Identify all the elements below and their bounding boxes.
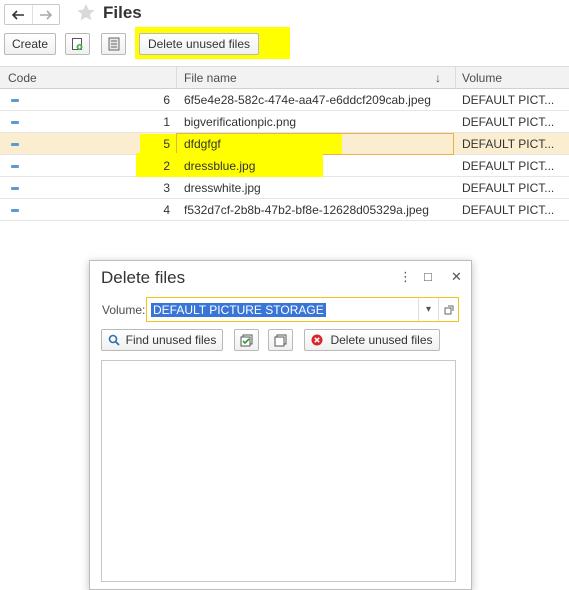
cell-volume: DEFAULT PICT... xyxy=(462,181,555,195)
delete-unused-files-label: Delete unused files xyxy=(330,333,433,347)
delete-icon xyxy=(311,334,323,346)
maximize-icon[interactable]: □ xyxy=(424,269,432,284)
files-table: Code File name ↓ Volume 6 6f5e4e28-582c-… xyxy=(0,66,569,221)
column-header-file-name[interactable]: File name xyxy=(184,71,237,85)
search-icon xyxy=(108,334,120,346)
create-button[interactable]: Create xyxy=(4,33,56,55)
file-item-icon xyxy=(11,209,19,212)
cell-volume: DEFAULT PICT... xyxy=(462,203,555,217)
volume-select-value: DEFAULT PICTURE STORAGE xyxy=(151,303,326,317)
cell-file-name: f532d7cf-2b8b-47b2-bf8e-12628d05329a.jpe… xyxy=(184,203,429,217)
cell-file-name: 6f5e4e28-582c-474e-aa47-e6ddcf209cab.jpe… xyxy=(184,93,431,107)
uncheck-all-button[interactable] xyxy=(268,329,293,351)
forward-button[interactable] xyxy=(31,5,60,24)
list-icon xyxy=(108,37,119,51)
delete-unused-files-button[interactable]: Delete unused files xyxy=(139,33,259,55)
file-item-icon xyxy=(11,143,19,146)
arrow-right-icon xyxy=(39,9,52,20)
dialog-delete-unused-files-button[interactable]: Delete unused files xyxy=(304,329,440,351)
copy-document-icon xyxy=(72,38,83,50)
find-unused-files-button[interactable]: Find unused files xyxy=(101,329,223,351)
file-item-icon xyxy=(11,99,19,102)
cell-code: 1 xyxy=(163,115,170,129)
back-button[interactable] xyxy=(5,5,32,24)
cell-code: 5 xyxy=(163,137,170,151)
close-icon[interactable]: ✕ xyxy=(451,269,462,285)
check-all-icon xyxy=(240,334,253,346)
sort-arrow-icon: ↓ xyxy=(435,71,441,85)
cell-code: 4 xyxy=(163,203,170,217)
table-row[interactable]: 1 bigverificationpic.png DEFAULT PICT... xyxy=(0,111,569,133)
cell-file-name: dressblue.jpg xyxy=(184,159,256,173)
cell-file-name: dresswhite.jpg xyxy=(184,181,261,195)
cell-code: 6 xyxy=(163,93,170,107)
volume-label: Volume: xyxy=(102,303,146,317)
cell-file-name: dfdgfgf xyxy=(184,137,221,151)
unused-files-list[interactable] xyxy=(101,360,456,582)
dialog-title: Delete files xyxy=(101,268,186,287)
table-header: Code File name ↓ Volume xyxy=(0,66,569,89)
delete-files-dialog: Delete files ⋮ □ ✕ Volume: DEFAULT PICTU… xyxy=(89,260,472,590)
table-row[interactable]: 6 6f5e4e28-582c-474e-aa47-e6ddcf209cab.j… xyxy=(0,89,569,111)
copy-button[interactable] xyxy=(65,33,90,55)
volume-select[interactable]: DEFAULT PICTURE STORAGE ▾ xyxy=(146,297,459,322)
list-button[interactable] xyxy=(101,33,126,55)
more-menu-icon[interactable]: ⋮ xyxy=(399,269,412,285)
file-item-icon xyxy=(11,187,19,190)
cell-code: 2 xyxy=(163,159,170,173)
table-row[interactable]: 2 dressblue.jpg DEFAULT PICT... xyxy=(0,153,569,177)
arrow-left-icon xyxy=(12,9,25,20)
page-title: Files xyxy=(103,3,142,22)
table-row-selected[interactable]: 5 dfdgfgf DEFAULT PICT... xyxy=(0,133,569,155)
file-item-icon xyxy=(11,165,19,168)
table-row[interactable]: 3 dresswhite.jpg DEFAULT PICT... xyxy=(0,177,569,199)
check-all-button[interactable] xyxy=(234,329,259,351)
cell-file-name: bigverificationpic.png xyxy=(184,115,297,129)
column-header-code[interactable]: Code xyxy=(8,71,37,85)
file-item-icon xyxy=(11,121,19,124)
find-unused-files-label: Find unused files xyxy=(125,333,217,347)
table-row[interactable]: 4 f532d7cf-2b8b-47b2-bf8e-12628d05329a.j… xyxy=(0,199,569,221)
cell-code: 3 xyxy=(163,181,170,195)
cell-volume: DEFAULT PICT... xyxy=(462,159,555,173)
cell-volume: DEFAULT PICT... xyxy=(462,137,555,151)
dropdown-arrow-icon[interactable]: ▾ xyxy=(418,298,438,321)
history-nav xyxy=(4,4,60,25)
cell-volume: DEFAULT PICT... xyxy=(462,115,555,129)
open-link-icon[interactable] xyxy=(438,298,458,321)
cell-volume: DEFAULT PICT... xyxy=(462,93,555,107)
column-header-volume[interactable]: Volume xyxy=(462,71,502,85)
uncheck-all-icon xyxy=(274,334,287,346)
favorite-star-icon[interactable] xyxy=(76,3,96,25)
